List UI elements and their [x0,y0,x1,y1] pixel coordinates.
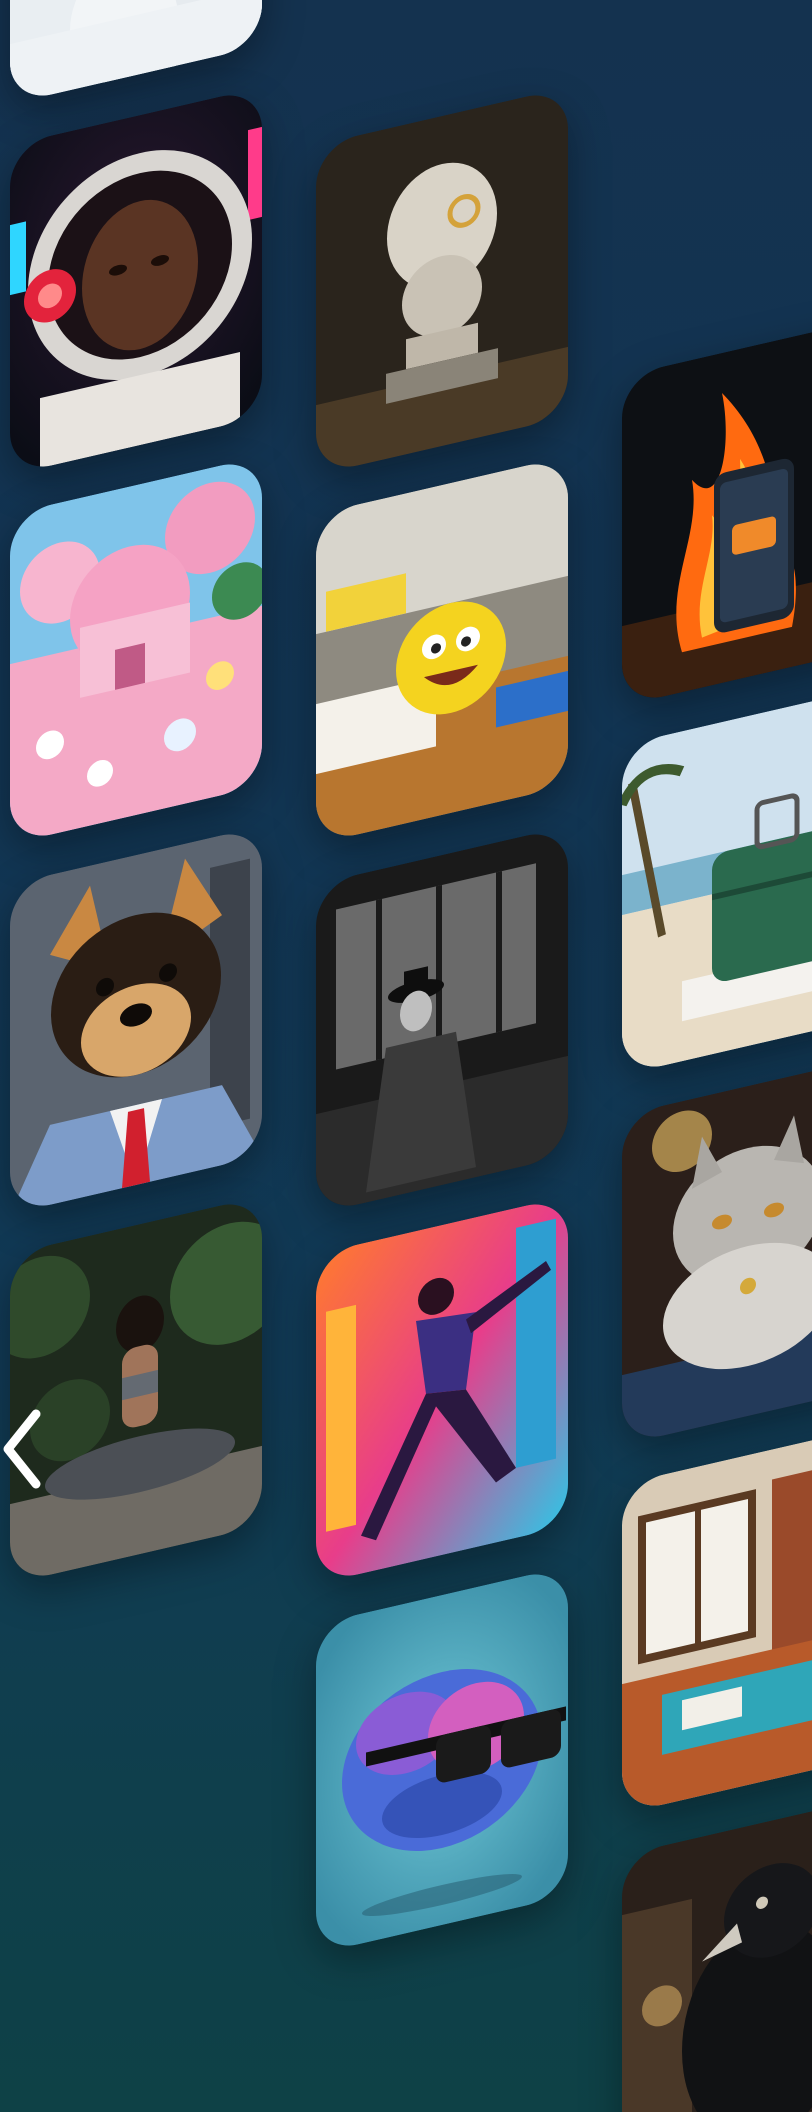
image-gallery [0,0,812,2112]
yoga-woman-image [10,1195,262,1585]
gallery-item-yoga[interactable] [10,1195,262,1585]
gallery-item-dancer[interactable] [316,1195,568,1585]
gallery-item-dog-suit[interactable] [10,825,262,1215]
gallery-item-bust[interactable] [316,86,568,476]
gallery-item-suitcase[interactable] [622,686,812,1076]
gallery-item-cat[interactable] [622,1056,812,1446]
pink-fantasy-world-image [10,455,262,845]
chevron-left-icon [3,1409,41,1489]
gallery-item-brain[interactable] [316,1565,568,1955]
gallery-item-clouds[interactable] [10,0,262,105]
neon-dancer-image [316,1195,568,1585]
noir-detective-image [316,825,568,1215]
beach-suitcase-image [622,686,812,1076]
astronaut-portrait-image [10,86,262,476]
persian-cat-image [622,1056,812,1446]
previous-button[interactable] [0,1406,46,1492]
brain-sunglasses-image [316,1565,568,1955]
crow-image [622,1796,812,2112]
workshop-room-image [622,1425,812,1815]
monocle-bust-image [316,86,568,476]
gallery-item-workshop[interactable] [622,1425,812,1815]
gallery-item-burning-phone[interactable] [622,317,812,707]
emoji-desk-image [316,455,568,845]
clouds-image [10,0,262,105]
burning-phone-image [622,317,812,707]
dog-in-suit-image [10,825,262,1215]
gallery-item-pink-world[interactable] [10,455,262,845]
gallery-item-crow[interactable] [622,1796,812,2112]
gallery-item-astronaut[interactable] [10,86,262,476]
gallery-item-emoji-desk[interactable] [316,455,568,845]
gallery-item-noir[interactable] [316,825,568,1215]
